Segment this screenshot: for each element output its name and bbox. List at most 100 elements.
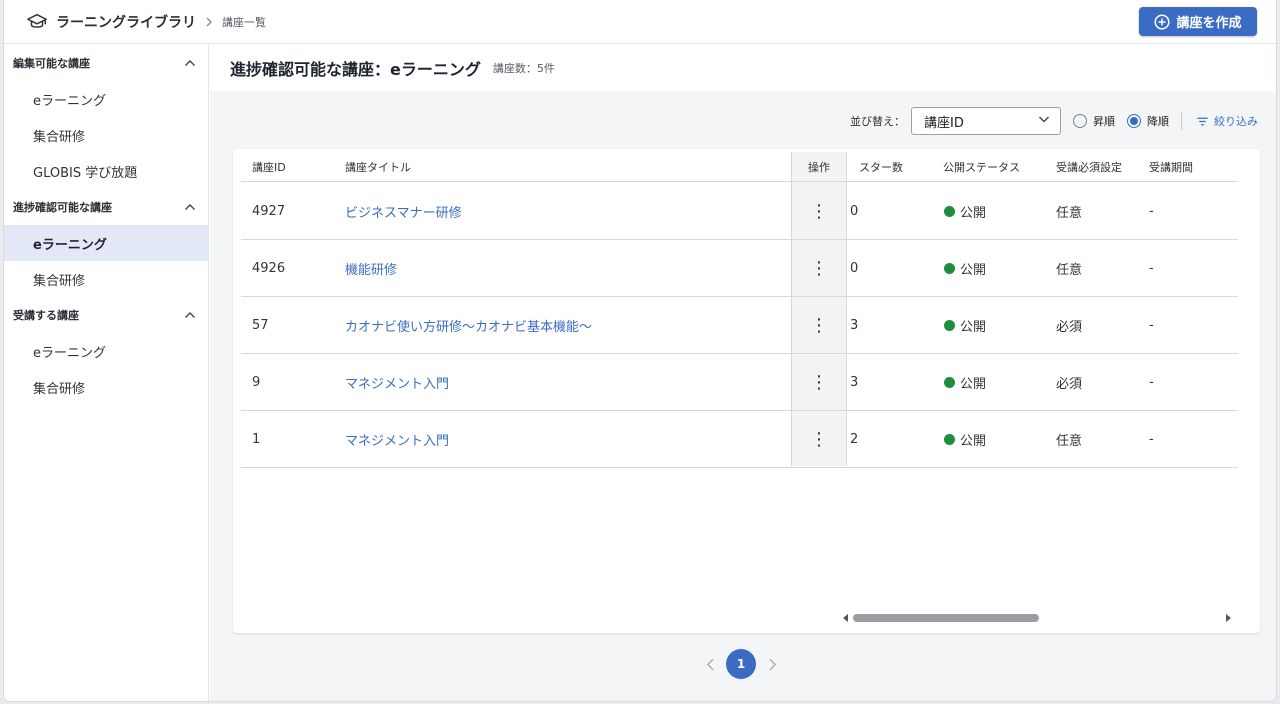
sidebar-section-attend[interactable]: 受講する講座 [4, 297, 208, 333]
scrollbar-track[interactable] [853, 614, 1221, 622]
cell-required: 任意 [1056, 262, 1083, 278]
course-title-link[interactable]: カオナビ使い方研修～カオナビ基本機能～ [345, 297, 592, 353]
scrollbar-thumb[interactable] [853, 614, 1039, 622]
more-vertical-icon[interactable]: ⋮ [791, 411, 847, 467]
filter-label: 絞り込み [1214, 115, 1258, 128]
sidebar-item-progress-group-training[interactable]: 集合研修 [4, 261, 208, 297]
cell-course-id: 4926 [252, 260, 286, 276]
sidebar-section-title: 編集可能な講座 [13, 57, 90, 70]
more-vertical-icon[interactable]: ⋮ [791, 354, 847, 410]
sidebar-section-progress[interactable]: 進捗確認可能な講座 [4, 189, 208, 225]
breadcrumb-home-link[interactable]: ラーニングライブラリ [56, 12, 196, 32]
sidebar-item-editable-elearning[interactable]: eラーニング [4, 81, 208, 117]
order-desc-radio[interactable]: 降順 [1127, 113, 1169, 129]
column-header-title[interactable]: 講座タイトル [345, 152, 411, 182]
cell-course-id: 9 [252, 374, 261, 390]
column-header-status[interactable]: 公開ステータス [943, 152, 1020, 182]
course-title-link[interactable]: ビジネスマナー研修 [345, 183, 462, 239]
sidebar-item-progress-elearning[interactable]: eラーニング [4, 225, 208, 261]
cell-stars: 0 [850, 260, 859, 276]
page-number-current[interactable]: 1 [726, 649, 756, 679]
sort-select[interactable]: 講座ID [911, 107, 1061, 135]
cell-required: 必須 [1056, 376, 1083, 392]
order-asc-label: 昇順 [1093, 115, 1115, 128]
prev-page-icon[interactable] [700, 654, 720, 674]
cell-period: - [1149, 374, 1154, 390]
status-text: 公開 [960, 319, 987, 335]
published-dot-icon [944, 205, 955, 217]
filter-icon [1196, 115, 1209, 128]
cell-required: 任意 [1056, 433, 1083, 449]
cell-period: - [1149, 203, 1154, 219]
column-header-operation: 操作 [808, 161, 830, 174]
more-vertical-icon[interactable]: ⋮ [791, 183, 847, 239]
sort-select-value: 講座ID [924, 115, 964, 131]
status-text: 公開 [960, 205, 987, 221]
column-header-period[interactable]: 受講期間 [1149, 152, 1193, 182]
cell-period: - [1149, 260, 1154, 276]
cell-stars: 0 [850, 203, 859, 219]
create-course-label: 講座を作成 [1176, 15, 1242, 30]
sidebar-item-globis[interactable]: GLOBIS 学び放題 [4, 153, 208, 189]
column-header-stars[interactable]: スター数 [859, 152, 903, 182]
scroll-left-icon[interactable] [839, 611, 853, 625]
course-count: 講座数：5件 [492, 62, 555, 75]
cell-required: 必須 [1056, 319, 1083, 335]
page-title: 進捗確認可能な講座：eラーニング [230, 60, 481, 79]
radio-checked-icon [1127, 114, 1141, 128]
table-row: 9 マネジメント入門 ⋮ 3 公開 必須 - [241, 354, 1238, 411]
breadcrumb: ラーニングライブラリ 講座一覧 [26, 11, 266, 33]
column-header-id[interactable]: 講座ID [252, 152, 286, 182]
sort-toolbar: 並び替え： 講座ID 昇順 降順 絞り込み [850, 107, 1258, 135]
title-bar: 進捗確認可能な講座：eラーニング 講座数：5件 [210, 45, 1276, 91]
cell-course-id: 4927 [252, 203, 286, 219]
cell-period: - [1149, 431, 1154, 447]
status-text: 公開 [960, 433, 987, 449]
cell-stars: 2 [850, 431, 859, 447]
horizontal-scrollbar[interactable] [839, 611, 1235, 625]
course-title-link[interactable]: 機能研修 [345, 240, 397, 296]
published-dot-icon [944, 262, 955, 274]
radio-unchecked-icon [1073, 114, 1087, 128]
sidebar: 編集可能な講座 eラーニング 集合研修 GLOBIS 学び放題 進捗確認可能な講… [4, 45, 209, 701]
column-header-required[interactable]: 受講必須設定 [1056, 152, 1122, 182]
sidebar-item-editable-group-training[interactable]: 集合研修 [4, 117, 208, 153]
order-asc-radio[interactable]: 昇順 [1073, 113, 1115, 129]
sidebar-item-attend-elearning[interactable]: eラーニング [4, 333, 208, 369]
chevron-up-icon [184, 201, 196, 213]
sidebar-section-editable[interactable]: 編集可能な講座 [4, 45, 208, 81]
table-row: 57 カオナビ使い方研修～カオナビ基本機能～ ⋮ 3 公開 必須 - [241, 297, 1238, 354]
cell-status: 公開 [944, 297, 986, 353]
table-row: 1 マネジメント入門 ⋮ 2 公開 任意 - [241, 411, 1238, 468]
chevron-up-icon [184, 57, 196, 69]
more-vertical-icon[interactable]: ⋮ [791, 297, 847, 353]
scroll-right-icon[interactable] [1221, 611, 1235, 625]
published-dot-icon [944, 319, 955, 331]
sort-label: 並び替え： [850, 115, 905, 128]
cell-stars: 3 [850, 374, 859, 390]
course-table-card: 講座ID 講座タイトル 操作 スター数 公開ステータス 受講必須設定 受講期間 … [233, 149, 1260, 633]
table-row: 4926 機能研修 ⋮ 0 公開 任意 - [241, 240, 1238, 297]
sidebar-section-title: 受講する講座 [13, 309, 79, 322]
cell-status: 公開 [944, 354, 986, 410]
published-dot-icon [944, 376, 955, 388]
graduation-cap-icon [26, 11, 48, 33]
breadcrumb-current: 講座一覧 [222, 15, 266, 29]
cell-period: - [1149, 317, 1154, 333]
more-vertical-icon[interactable]: ⋮ [791, 240, 847, 296]
course-title-link[interactable]: マネジメント入門 [345, 411, 449, 467]
filter-button[interactable]: 絞り込み [1196, 113, 1258, 129]
status-text: 公開 [960, 262, 987, 278]
cell-course-id: 57 [252, 317, 269, 333]
app-frame: ラーニングライブラリ 講座一覧 講座を作成 編集可能な講座 eラーニング 集合研… [3, 0, 1277, 702]
table-row: 4927 ビジネスマナー研修 ⋮ 0 公開 任意 - [241, 183, 1238, 240]
toolbar-divider [1181, 112, 1182, 130]
sidebar-item-attend-group-training[interactable]: 集合研修 [4, 369, 208, 405]
sidebar-section-title: 進捗確認可能な講座 [13, 201, 112, 214]
status-text: 公開 [960, 376, 987, 392]
course-title-link[interactable]: マネジメント入門 [345, 354, 449, 410]
cell-status: 公開 [944, 183, 986, 239]
create-course-button[interactable]: 講座を作成 [1139, 7, 1257, 36]
cell-status: 公開 [944, 411, 986, 467]
next-page-icon[interactable] [762, 654, 782, 674]
